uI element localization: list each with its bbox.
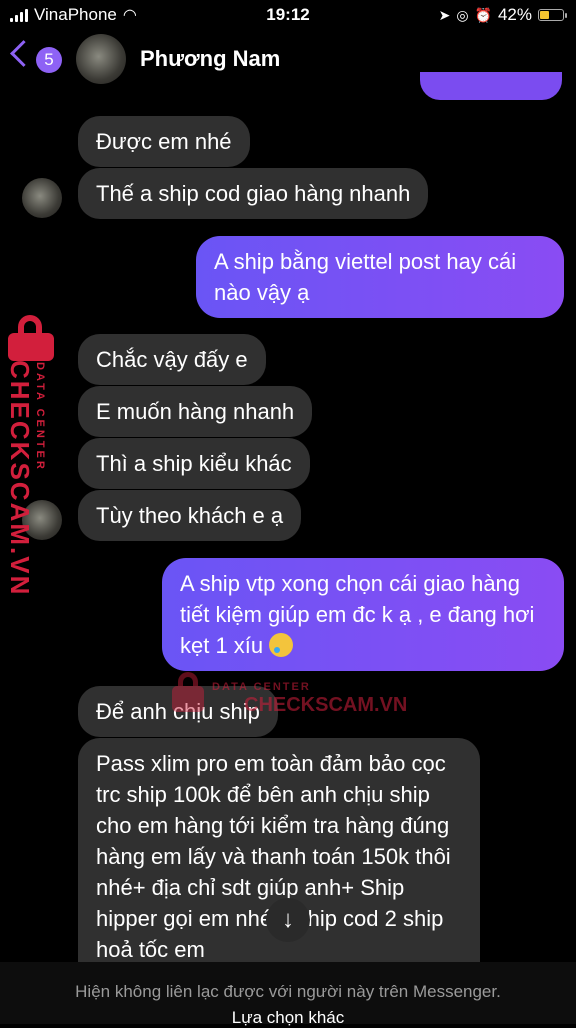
watermark-lock-icon	[8, 315, 56, 361]
status-bar: VinaPhone ◠ 19:12 ➤ ◎ ⏰ 42%	[0, 0, 576, 30]
watermark-lock-icon	[172, 672, 206, 716]
contact-name[interactable]: Phương Nam	[140, 46, 280, 72]
previous-outgoing-bubble[interactable]	[420, 72, 562, 100]
location-icon: ➤	[438, 6, 451, 23]
orientation-lock-icon: ◎	[456, 6, 469, 23]
battery-icon	[538, 9, 567, 21]
status-right: ➤ ◎ ⏰ 42%	[438, 5, 567, 25]
alarm-icon: ⏰	[474, 6, 492, 23]
watermark-subtitle: DATA CENTER	[212, 681, 311, 693]
unavailable-notice: Hiện không liên lạc được với người này t…	[75, 982, 501, 1001]
other-options-button[interactable]: Lựa chọn khác	[0, 1008, 576, 1028]
unread-count-badge[interactable]: 5	[36, 47, 62, 73]
contact-avatar[interactable]	[76, 34, 126, 84]
battery-level	[540, 11, 549, 19]
watermark-subtitle: DATA CENTER	[34, 362, 46, 472]
message-bubble-outgoing[interactable]: A ship bằng viettel post hay cái nào vậy…	[196, 236, 564, 318]
watermark-brand: CHECKSCAM.VN	[5, 360, 35, 597]
battery-percent: 42%	[497, 5, 532, 24]
message-bubble-incoming[interactable]: Tùy theo khách e ạ	[78, 490, 302, 541]
message-bubble-incoming[interactable]: E muốn hàng nhanh	[78, 386, 313, 437]
message-bubble-incoming[interactable]: Thì a ship kiểu khác	[78, 438, 310, 489]
back-chevron-icon[interactable]	[10, 40, 37, 67]
message-text: A ship vtp xong chọn cái giao hàng tiết …	[180, 571, 535, 658]
message-bubble-outgoing[interactable]: A ship vtp xong chọn cái giao hàng tiết …	[162, 558, 564, 671]
watermark-brand: CHECKSCAM.VN	[244, 694, 408, 716]
message-bubble-incoming[interactable]: Thế a ship cod giao hàng nhanh	[78, 168, 429, 219]
message-bubble-incoming[interactable]: Chắc vậy đấy e	[78, 334, 266, 385]
scroll-down-arrow-icon[interactable]: ↓	[266, 898, 310, 942]
contact-avatar-small[interactable]	[22, 178, 62, 218]
footer-bar: Hiện không liên lạc được với người này t…	[0, 962, 576, 1027]
message-bubble-incoming[interactable]: Được em nhé	[78, 116, 250, 167]
crying-face-emoji-icon	[269, 633, 294, 657]
